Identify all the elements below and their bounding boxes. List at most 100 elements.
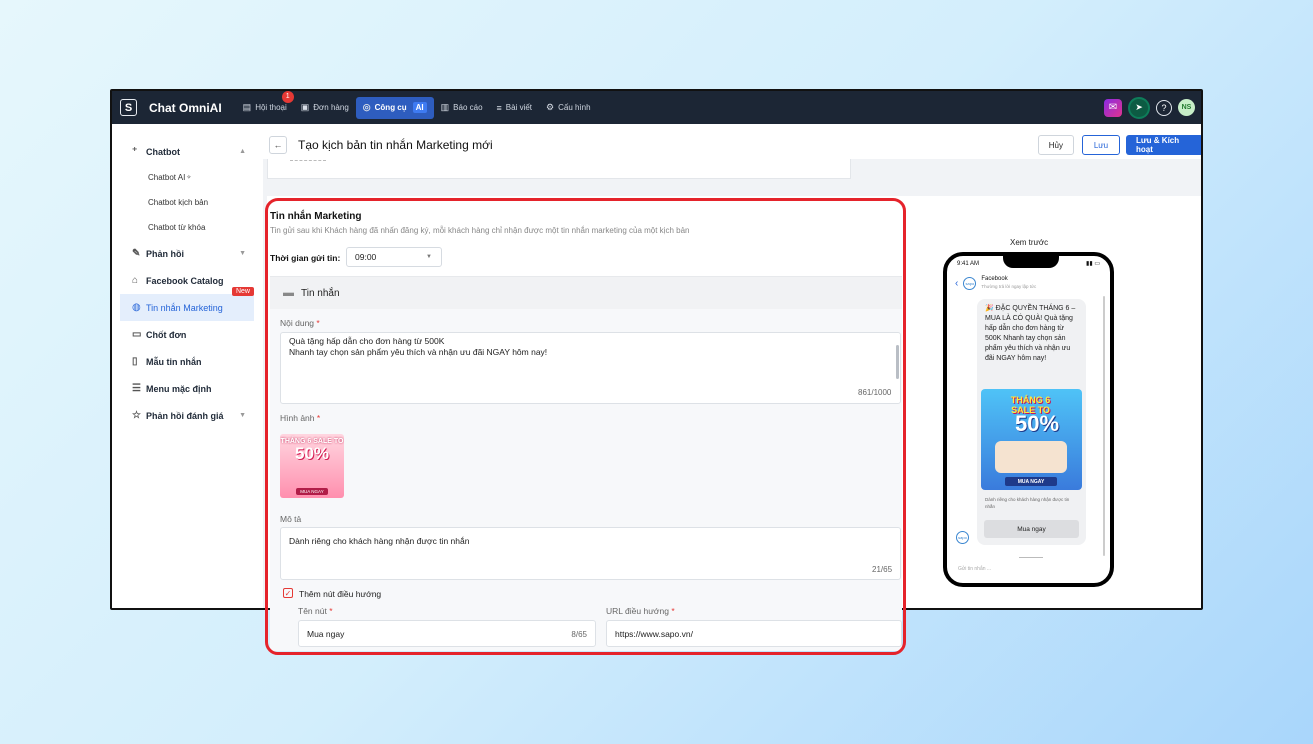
image-label: Hình ảnh * — [280, 413, 320, 423]
sidebar-item-label: Tin nhắn Marketing — [146, 302, 223, 313]
sidebar-item-label: Menu mặc định — [146, 383, 212, 394]
save-activate-button[interactable]: Lưu & Kích hoạt — [1126, 135, 1201, 155]
star-icon: ☆ — [132, 410, 141, 421]
button-name-input[interactable]: Mua ngay 8/65 — [298, 620, 596, 647]
preview-title: Xem trước — [1010, 238, 1049, 247]
message-section: ▬ Tin nhắn Nội dung * Quà tặng hấp dẫn c… — [270, 276, 902, 651]
nav-tools[interactable]: ◎ Công cụ AI — [355, 96, 434, 119]
nav-posts[interactable]: ≡ Bài viết — [490, 97, 540, 119]
chevron-left-icon[interactable]: ‹ — [955, 278, 958, 289]
message-bubble: 🎉 ĐẶC QUYỀN THÁNG 6 – MUA LÀ CÓ QUÀ! Quà… — [977, 299, 1086, 545]
description-counter: 21/65 — [872, 565, 893, 574]
send-time-select[interactable]: 09:00 ▼ — [346, 247, 442, 267]
url-value: https://www.sapo.vn/ — [615, 628, 693, 639]
chevron-down-icon: ▼ — [426, 254, 432, 260]
marketing-icon: ◍ — [132, 302, 141, 313]
brand-logo[interactable]: S — [120, 99, 137, 116]
sidebar-sub-chatbot-keyword[interactable]: Chatbot từ khóa — [120, 215, 254, 240]
order-close-icon: ▭ — [132, 329, 142, 340]
nav-settings[interactable]: ⚙ Cấu hình — [539, 97, 598, 119]
sidebar-sub-chatbot-script[interactable]: Chatbot kịch bản — [120, 190, 254, 215]
nav-button-checkbox[interactable]: ✓ — [283, 588, 293, 598]
chat-page-name: Facebook — [981, 276, 1008, 282]
sidebar-item-label: Mẫu tin nhắn — [146, 356, 202, 367]
sidebar-item-close-order[interactable]: ▭ Chốt đơn — [120, 321, 254, 348]
bubble-cta-button[interactable]: Mua ngay — [984, 520, 1079, 538]
product-graphic — [995, 441, 1067, 473]
bubble-promo-value: 50% — [1015, 411, 1060, 436]
button-name-label: Tên nút * — [298, 606, 333, 616]
tools-icon: ◎ — [362, 102, 371, 112]
sidebar-item-chatbot[interactable]: ⁺ Chatbot ▲ — [120, 138, 254, 165]
sidebar-item-review-replies[interactable]: ☆ Phản hồi đánh giá ▼ — [120, 402, 254, 429]
phone-divider — [1019, 557, 1043, 558]
description-label: Mô tả — [280, 514, 302, 524]
status-time: 9:41 AM — [957, 261, 980, 267]
send-time-label: Thời gian gửi tin: — [270, 253, 341, 263]
required-mark: * — [316, 318, 320, 328]
bubble-caption: Dành riêng cho khách hàng nhận được tin … — [985, 497, 1070, 509]
settings-icon: ⚙ — [546, 102, 555, 112]
promo-button: MUA NGAY — [296, 488, 328, 495]
textarea-scrollbar[interactable] — [896, 345, 899, 379]
chat-icon: ▤ — [242, 102, 252, 112]
template-icon: ▯ — [132, 356, 138, 367]
chevron-down-icon: ▼ — [239, 412, 246, 419]
button-name-value: Mua ngay — [307, 628, 345, 639]
back-arrow-icon[interactable]: ← — [269, 136, 287, 154]
notification-badge: 1 — [281, 91, 294, 103]
sidebar-item-label: Chốt đơn — [146, 329, 187, 340]
sidebar-item-default-menu[interactable]: ☰ Menu mặc định — [120, 375, 254, 402]
shop-icon: ⌂ — [132, 275, 139, 286]
message-icon: ▬ — [283, 287, 294, 299]
nav-orders-label: Đơn hàng — [313, 103, 349, 112]
promo-image-thumbnail[interactable]: THÁNG 6 SALE TO 50% MUA NGAY — [280, 434, 344, 498]
signal-battery-icon: ▮▮ ▭ — [1086, 261, 1100, 267]
url-input[interactable]: https://www.sapo.vn/ — [606, 620, 902, 647]
required-mark: * — [671, 606, 675, 616]
report-icon: ▥ — [440, 102, 450, 112]
chat-page-info: Facebook Thường trả lời ngay lập tức — [981, 276, 1036, 290]
required-mark: * — [316, 413, 321, 423]
sidebar-sub-chatbot-ai[interactable]: Chatbot AI ✧ — [120, 165, 254, 190]
cancel-button[interactable]: Hủy — [1037, 135, 1074, 155]
wrench-icon: ✎ — [132, 248, 141, 259]
messenger-icon[interactable]: ✉ — [1104, 98, 1122, 117]
page-title: Tạo kịch bản tin nhắn Marketing mới — [298, 138, 493, 152]
chevron-down-icon: ▼ — [239, 250, 246, 257]
nav-settings-label: Cấu hình — [558, 103, 591, 112]
sidebar-item-message-templates[interactable]: ▯ Mẫu tin nhắn — [120, 348, 254, 375]
avatar[interactable]: NS — [1178, 99, 1195, 116]
sidebar: ⁺ Chatbot ▲ Chatbot AI ✧ Chatbot kịch bản… — [120, 134, 254, 608]
nav-orders[interactable]: ▣ Đơn hàng — [294, 97, 356, 119]
help-icon[interactable]: ? — [1156, 99, 1172, 116]
content-line: Quà tặng hấp dẫn cho đơn hàng từ 500K — [289, 336, 892, 347]
sidebar-item-replies[interactable]: ✎ Phản hồi ▼ — [120, 240, 254, 267]
content-textarea[interactable]: Quà tặng hấp dẫn cho đơn hàng từ 500K Nh… — [280, 332, 901, 404]
content-line-text: Quà tặng hấp dẫn cho đơn hàng từ 500K — [289, 336, 445, 346]
nav-conversations[interactable]: ▤ Hội thoại 1 — [236, 91, 294, 119]
nav-reports[interactable]: ▥ Báo cáo — [434, 97, 490, 119]
sidebar-item-marketing-message[interactable]: ◍ Tin nhắn Marketing New — [120, 287, 254, 321]
top-navbar: S Chat OmniAI ▤ Hội thoại 1 ▣ Đơn hàng ◎… — [112, 91, 1201, 124]
required-mark: * — [329, 606, 333, 616]
new-badge: New — [231, 287, 254, 296]
previous-card — [267, 159, 851, 179]
description-textarea[interactable]: Dành riêng cho khách hàng nhận được tin … — [280, 527, 901, 580]
page-header: ← Tạo kịch bản tin nhắn Marketing mới Hủ… — [263, 131, 1201, 159]
chat-input-placeholder: Gửi tin nhắn ... — [958, 566, 992, 572]
send-icon[interactable]: ➤ — [1128, 96, 1150, 119]
description-text: Dành riêng cho khách hàng nhận được tin … — [289, 536, 470, 546]
sidebar-sub-label: Chatbot kịch bản — [148, 198, 209, 207]
phone-scrollbar — [1103, 296, 1105, 556]
bot-icon: ⁺ — [132, 146, 138, 157]
phone-preview: 9:41 AM ▮▮ ▭ ‹ sapo Facebook Thường trả … — [943, 252, 1114, 587]
post-icon: ≡ — [496, 102, 502, 113]
content-counter: 861/1000 — [858, 388, 892, 397]
bubble-promo-image: THÁNG 6 SALE TO 50% MUA NGAY — [981, 389, 1082, 490]
image-label-text: Hình ảnh — [280, 413, 315, 423]
save-button[interactable]: Lưu — [1082, 135, 1120, 155]
ai-badge: AI — [412, 102, 427, 113]
promo-value: 50% — [294, 444, 330, 463]
sapo-logo-small: sapo — [956, 531, 969, 544]
